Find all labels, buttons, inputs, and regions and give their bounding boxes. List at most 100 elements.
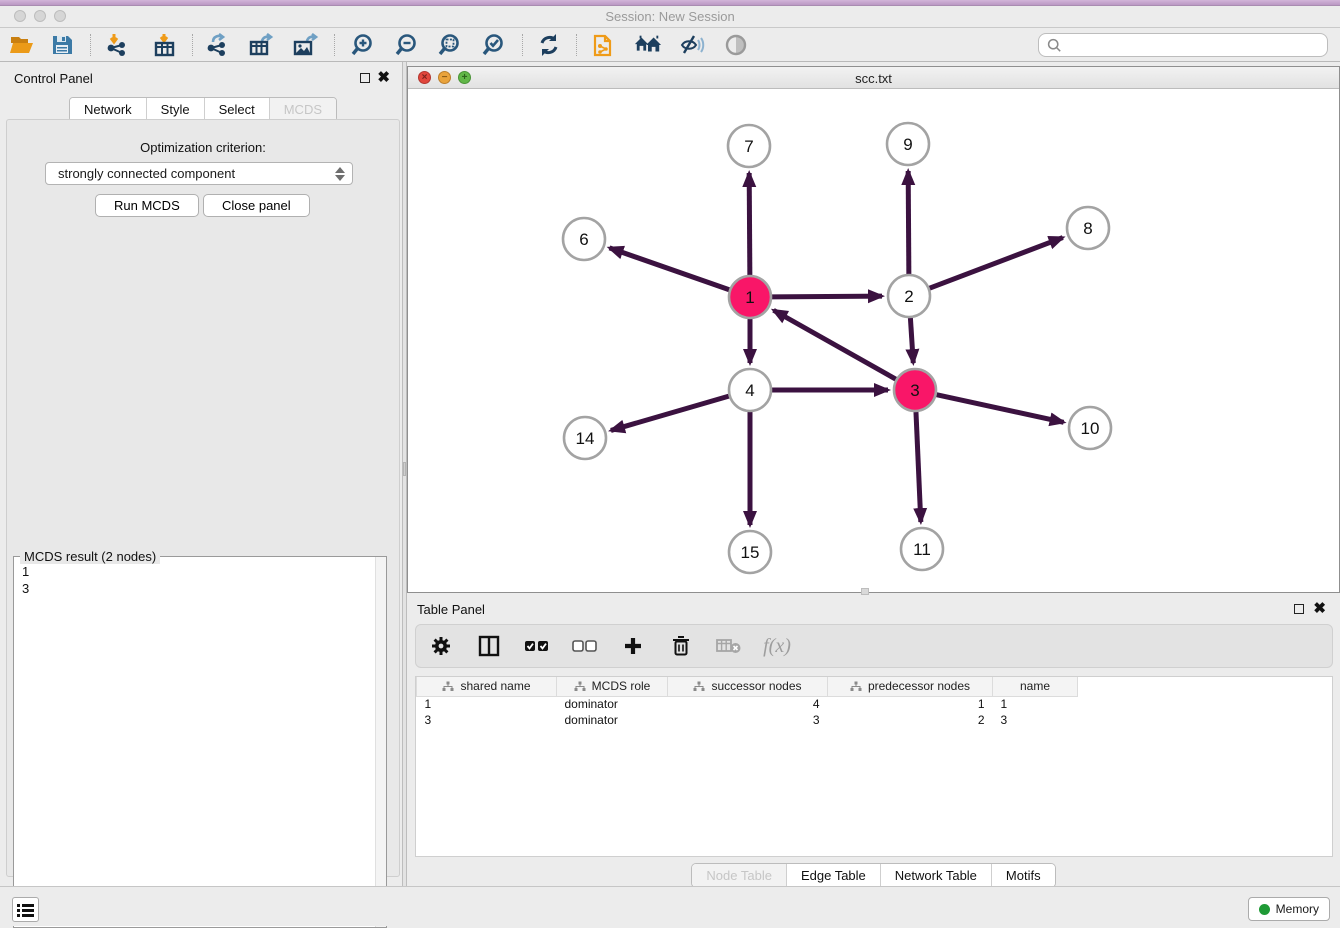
hide-panel-icon[interactable] [678, 32, 706, 58]
graph-node-1[interactable]: 1 [729, 276, 771, 318]
graph-node-14[interactable]: 14 [564, 417, 606, 459]
tree-sort-icon [693, 681, 705, 692]
column-header-successor-nodes[interactable]: successor nodes [668, 677, 828, 696]
open-session-icon[interactable] [8, 32, 36, 58]
graph-edge-1-7[interactable] [749, 173, 750, 275]
tree-sort-icon [850, 681, 862, 692]
graph-node-7[interactable]: 7 [728, 125, 770, 167]
cell-predecessor-nodes[interactable]: 1 [828, 696, 993, 712]
table-row[interactable]: 1dominator411 [417, 696, 1333, 712]
search-icon [1047, 38, 1062, 53]
float-panel-icon[interactable] [360, 73, 370, 83]
new-network-file-icon[interactable] [590, 32, 618, 58]
svg-text:9: 9 [903, 135, 912, 154]
gear-icon[interactable] [428, 633, 454, 659]
svg-text:2: 2 [904, 287, 913, 306]
main-toolbar [0, 28, 1340, 62]
run-mcds-button[interactable]: Run MCDS [95, 194, 199, 217]
column-header-shared-name[interactable]: shared name [417, 677, 557, 696]
mcds-result-legend: MCDS result (2 nodes) [20, 549, 160, 564]
cell-shared-name[interactable]: 1 [417, 696, 557, 712]
cell-MCDS-role[interactable]: dominator [557, 696, 668, 712]
add-column-icon[interactable] [620, 633, 646, 659]
task-history-button[interactable] [12, 897, 39, 922]
column-layout-icon[interactable] [476, 633, 502, 659]
svg-text:1: 1 [745, 288, 754, 307]
graph-node-11[interactable]: 11 [901, 528, 943, 570]
tab-network[interactable]: Network [70, 98, 147, 121]
close-panel-button[interactable]: Close panel [203, 194, 310, 217]
graph-edge-2-3[interactable] [910, 318, 913, 363]
toolbar-separator [90, 34, 91, 56]
graph-edge-3-10[interactable] [936, 395, 1063, 423]
cell-shared-name[interactable]: 3 [417, 712, 557, 728]
graph-node-2[interactable]: 2 [888, 275, 930, 317]
export-network-icon[interactable] [204, 32, 232, 58]
function-builder-icon: f(x) [764, 633, 790, 659]
graph-node-8[interactable]: 8 [1067, 207, 1109, 249]
zoom-fit-icon[interactable] [435, 32, 463, 58]
save-session-icon[interactable] [48, 32, 76, 58]
refresh-layout-icon[interactable] [535, 32, 563, 58]
close-panel-icon[interactable]: ✖ [377, 68, 390, 86]
mcds-result-text[interactable]: 1 3 [16, 563, 374, 925]
column-header-predecessor-nodes[interactable]: predecessor nodes [828, 677, 993, 696]
graph-node-10[interactable]: 10 [1069, 407, 1111, 449]
criterion-dropdown[interactable]: strongly connected component [45, 162, 353, 185]
tab-style[interactable]: Style [147, 98, 205, 121]
graph-edge-2-9[interactable] [908, 171, 909, 274]
tab-motifs[interactable]: Motifs [992, 864, 1055, 887]
graph-node-3[interactable]: 3 [894, 369, 936, 411]
cell-name[interactable]: 1 [993, 696, 1078, 712]
column-header-MCDS-role[interactable]: MCDS role [557, 677, 668, 696]
cell-successor-nodes[interactable]: 3 [668, 712, 828, 728]
tab-select[interactable]: Select [205, 98, 270, 121]
graph-edge-1-2[interactable] [772, 296, 882, 297]
select-all-icon[interactable] [524, 633, 550, 659]
tab-node-table[interactable]: Node Table [692, 864, 787, 887]
import-table-icon[interactable] [151, 32, 179, 58]
show-panel-icon[interactable] [722, 32, 750, 58]
column-header-name[interactable]: name [993, 677, 1078, 696]
tab-edge-table[interactable]: Edge Table [787, 864, 881, 887]
cell-successor-nodes[interactable]: 4 [668, 696, 828, 712]
network-canvas[interactable]: 7 9 6 8 1 2 4 3 14 10 15 11 [408, 89, 1339, 592]
mcds-panel: Optimization criterion: strongly connect… [6, 119, 400, 877]
toolbar-separator [522, 34, 523, 56]
graph-node-9[interactable]: 9 [887, 123, 929, 165]
import-network-icon[interactable] [104, 32, 132, 58]
deselect-all-icon[interactable] [572, 633, 598, 659]
horizontal-splitter[interactable] [861, 588, 869, 595]
optimization-criterion-label: Optimization criterion: [7, 140, 399, 155]
zoom-out-icon[interactable] [392, 32, 420, 58]
graph-edge-1-6[interactable] [609, 248, 729, 290]
table-float-icon[interactable] [1294, 604, 1304, 614]
tab-network-table[interactable]: Network Table [881, 864, 992, 887]
network-window-titlebar[interactable]: × − + scc.txt [408, 67, 1339, 89]
home-icon[interactable] [634, 32, 662, 58]
memory-button[interactable]: Memory [1248, 897, 1330, 921]
zoom-in-icon[interactable] [348, 32, 376, 58]
tab-mcds[interactable]: MCDS [270, 98, 336, 121]
svg-text:14: 14 [576, 429, 595, 448]
cell-name[interactable]: 3 [993, 712, 1078, 728]
graph-node-6[interactable]: 6 [563, 218, 605, 260]
titlebar-accent [0, 0, 1340, 6]
graph-node-4[interactable]: 4 [729, 369, 771, 411]
result-scrollbar[interactable] [375, 557, 386, 927]
delete-icon[interactable] [668, 633, 694, 659]
table-row[interactable]: 3dominator323 [417, 712, 1333, 728]
export-table-icon[interactable] [248, 32, 276, 58]
export-image-icon[interactable] [292, 32, 320, 58]
graph-edge-3-11[interactable] [916, 412, 921, 522]
cell-predecessor-nodes[interactable]: 2 [828, 712, 993, 728]
graph-edge-3-1[interactable] [774, 310, 896, 379]
cell-MCDS-role[interactable]: dominator [557, 712, 668, 728]
search-input[interactable] [1068, 38, 1319, 53]
graph-edge-2-8[interactable] [930, 238, 1063, 289]
zoom-selected-icon[interactable] [479, 32, 507, 58]
window-titlebar: Session: New Session [0, 0, 1340, 28]
graph-node-15[interactable]: 15 [729, 531, 771, 573]
graph-edge-4-14[interactable] [611, 396, 729, 430]
table-close-icon[interactable]: ✖ [1313, 599, 1326, 617]
